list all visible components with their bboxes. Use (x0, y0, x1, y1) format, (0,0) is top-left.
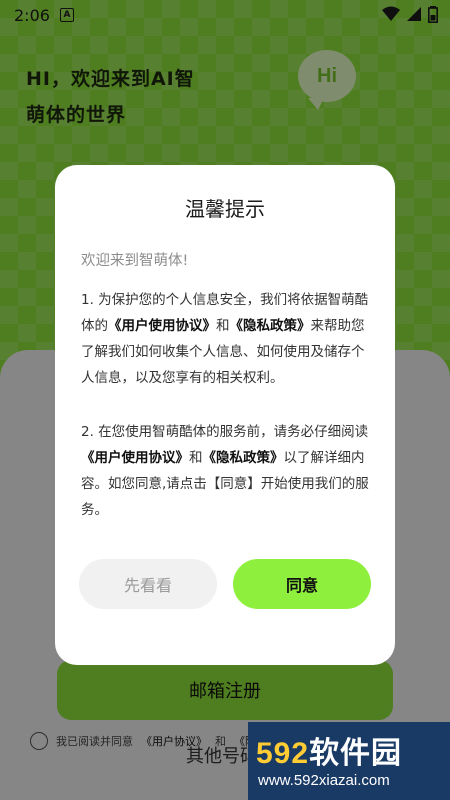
watermark-number: 592 (256, 737, 310, 770)
watermark-logo: 592软件园 www.592xiazai.com (248, 722, 450, 800)
dialog-paragraph-2: 2. 在您使用智萌酷体的服务前，请务必仔细阅读《用户使用协议》和《隐私政策》以了… (81, 419, 373, 523)
p1-privacy-policy-link[interactable]: 《隐私政策》 (230, 318, 311, 334)
p2-privacy-policy-link[interactable]: 《隐私政策》 (203, 450, 284, 466)
later-button[interactable]: 先看看 (79, 559, 217, 609)
p1-text-b: 和 (216, 318, 230, 334)
dialog-paragraph-1: 1. 为保护您的个人信息安全，我们将依据智萌酷体的《用户使用协议》和《隐私政策》… (81, 287, 373, 391)
dialog-title: 温馨提示 (185, 197, 265, 221)
dialog-greeting: 欢迎来到智萌体! (81, 253, 189, 269)
p1-user-agreement-link[interactable]: 《用户使用协议》 (108, 318, 216, 334)
watermark-url: www.592xiazai.com (258, 772, 390, 789)
tips-dialog: 温馨提示 欢迎来到智萌体! 1. 为保护您的个人信息安全，我们将依据智萌酷体的《… (55, 165, 395, 665)
p2-user-agreement-link[interactable]: 《用户使用协议》 (81, 450, 189, 466)
agree-button[interactable]: 同意 (233, 559, 371, 609)
p2-text-b: 和 (189, 450, 203, 466)
watermark-text: 软件园 (309, 737, 403, 770)
watermark-title: 592软件园 (256, 728, 402, 772)
p2-text-a: 2. 在您使用智萌酷体的服务前，请务必仔细阅读 (81, 424, 369, 440)
